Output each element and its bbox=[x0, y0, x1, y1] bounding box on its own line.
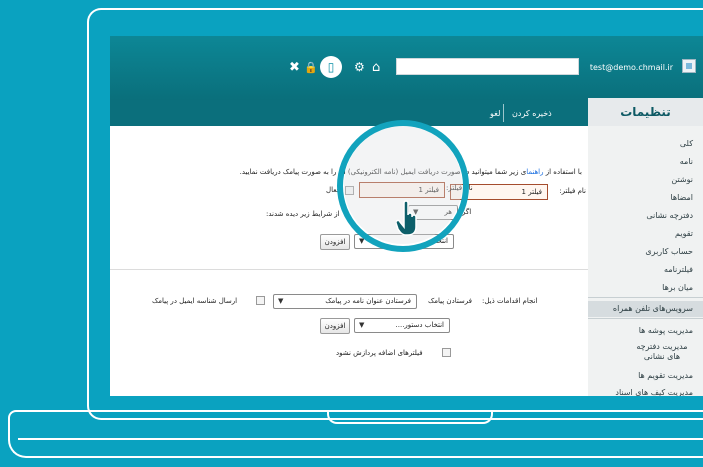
chevron-down-icon: ▼ bbox=[278, 297, 284, 305]
pointer-hand-icon bbox=[396, 200, 417, 236]
cancel-button[interactable]: لغو bbox=[490, 109, 500, 118]
sidebar-divider bbox=[588, 297, 703, 298]
settings-sidebar: کلی نامه نوشتن امضاها دفترچه نشانی تقویم… bbox=[588, 126, 703, 396]
save-button[interactable]: ذخیره کردن bbox=[512, 109, 552, 118]
command-select[interactable]: انتخاب دستور.... ▼ bbox=[354, 318, 450, 333]
section-divider bbox=[110, 269, 588, 270]
condition-text: از شرایط زیر دیده شدند: bbox=[266, 210, 340, 218]
laptop-base-edge bbox=[18, 438, 703, 440]
send-email-id-label: ارسال شناسه ایمیل در پیامک bbox=[152, 297, 238, 305]
sidebar-item-general[interactable]: کلی bbox=[680, 139, 693, 148]
laptop-notch bbox=[327, 410, 493, 424]
no-more-filters-label: فیلترهای اضافه پردازش نشود bbox=[336, 349, 423, 357]
search-input[interactable] bbox=[396, 58, 579, 75]
sidebar-item-address-book[interactable]: دفترچه نشانی bbox=[646, 211, 693, 220]
chevron-down-icon: ▼ bbox=[359, 321, 365, 329]
no-more-filters-checkbox[interactable] bbox=[442, 348, 451, 357]
app-logo bbox=[682, 59, 696, 73]
sidebar-item-mail-filters[interactable]: فیلترنامه bbox=[664, 265, 693, 274]
app-screen: test@demo.chmail.ir ⌂ ⚙ ▯ 🔒 ✖ تنظیمات ذخ… bbox=[110, 36, 703, 396]
add-command-button[interactable]: افزودن bbox=[320, 318, 350, 334]
sidebar-item-manage-briefcases[interactable]: مدیریت کیف های اسناد bbox=[615, 388, 693, 396]
sidebar-item-mail[interactable]: نامه bbox=[680, 157, 693, 166]
lock-icon[interactable]: 🔒 bbox=[304, 61, 318, 74]
sidebar-item-compose[interactable]: نوشتن bbox=[671, 175, 693, 184]
help-link[interactable]: راهنما bbox=[526, 168, 543, 176]
top-bar: test@demo.chmail.ir ⌂ ⚙ ▯ 🔒 ✖ bbox=[110, 36, 703, 100]
close-icon[interactable]: ✖ bbox=[289, 61, 300, 74]
send-email-id-checkbox[interactable] bbox=[256, 296, 265, 305]
page-title: تنظیمات bbox=[588, 98, 703, 126]
sidebar-item-account[interactable]: حساب کاربری bbox=[645, 247, 693, 256]
sidebar-item-manage-address-books[interactable]: مدیریت دفترچه های نشانی bbox=[631, 342, 693, 362]
gear-icon[interactable]: ⚙ bbox=[354, 61, 365, 74]
sidebar-item-manage-folders[interactable]: مدیریت پوشه ها bbox=[639, 326, 693, 335]
sidebar-item-calendar[interactable]: تقویم bbox=[675, 229, 693, 238]
sidebar-item-shortcuts[interactable]: میان برها bbox=[662, 283, 693, 292]
actions-label: انجام اقدامات ذیل: bbox=[482, 297, 538, 305]
sender-label: فرستادن پیامک bbox=[428, 297, 473, 305]
sender-select[interactable]: فرستادن عنوان نامه در پیامک ▼ bbox=[273, 294, 417, 309]
filter-name-label: نام فیلتر: bbox=[559, 187, 586, 195]
add-condition-button[interactable]: افزودن bbox=[320, 234, 350, 250]
sidebar-item-manage-calendars[interactable]: مدیریت تقویم ها bbox=[638, 371, 693, 380]
sidebar-item-mobile-services[interactable]: سرویس‌های تلفن همراه bbox=[613, 304, 693, 313]
strip-divider bbox=[503, 104, 504, 122]
home-icon[interactable]: ⌂ bbox=[372, 61, 380, 74]
sidebar-divider bbox=[588, 318, 703, 319]
user-email[interactable]: test@demo.chmail.ir bbox=[590, 63, 673, 72]
sidebar-item-signatures[interactable]: امضاها bbox=[670, 193, 693, 202]
mobile-icon[interactable]: ▯ bbox=[320, 56, 342, 78]
